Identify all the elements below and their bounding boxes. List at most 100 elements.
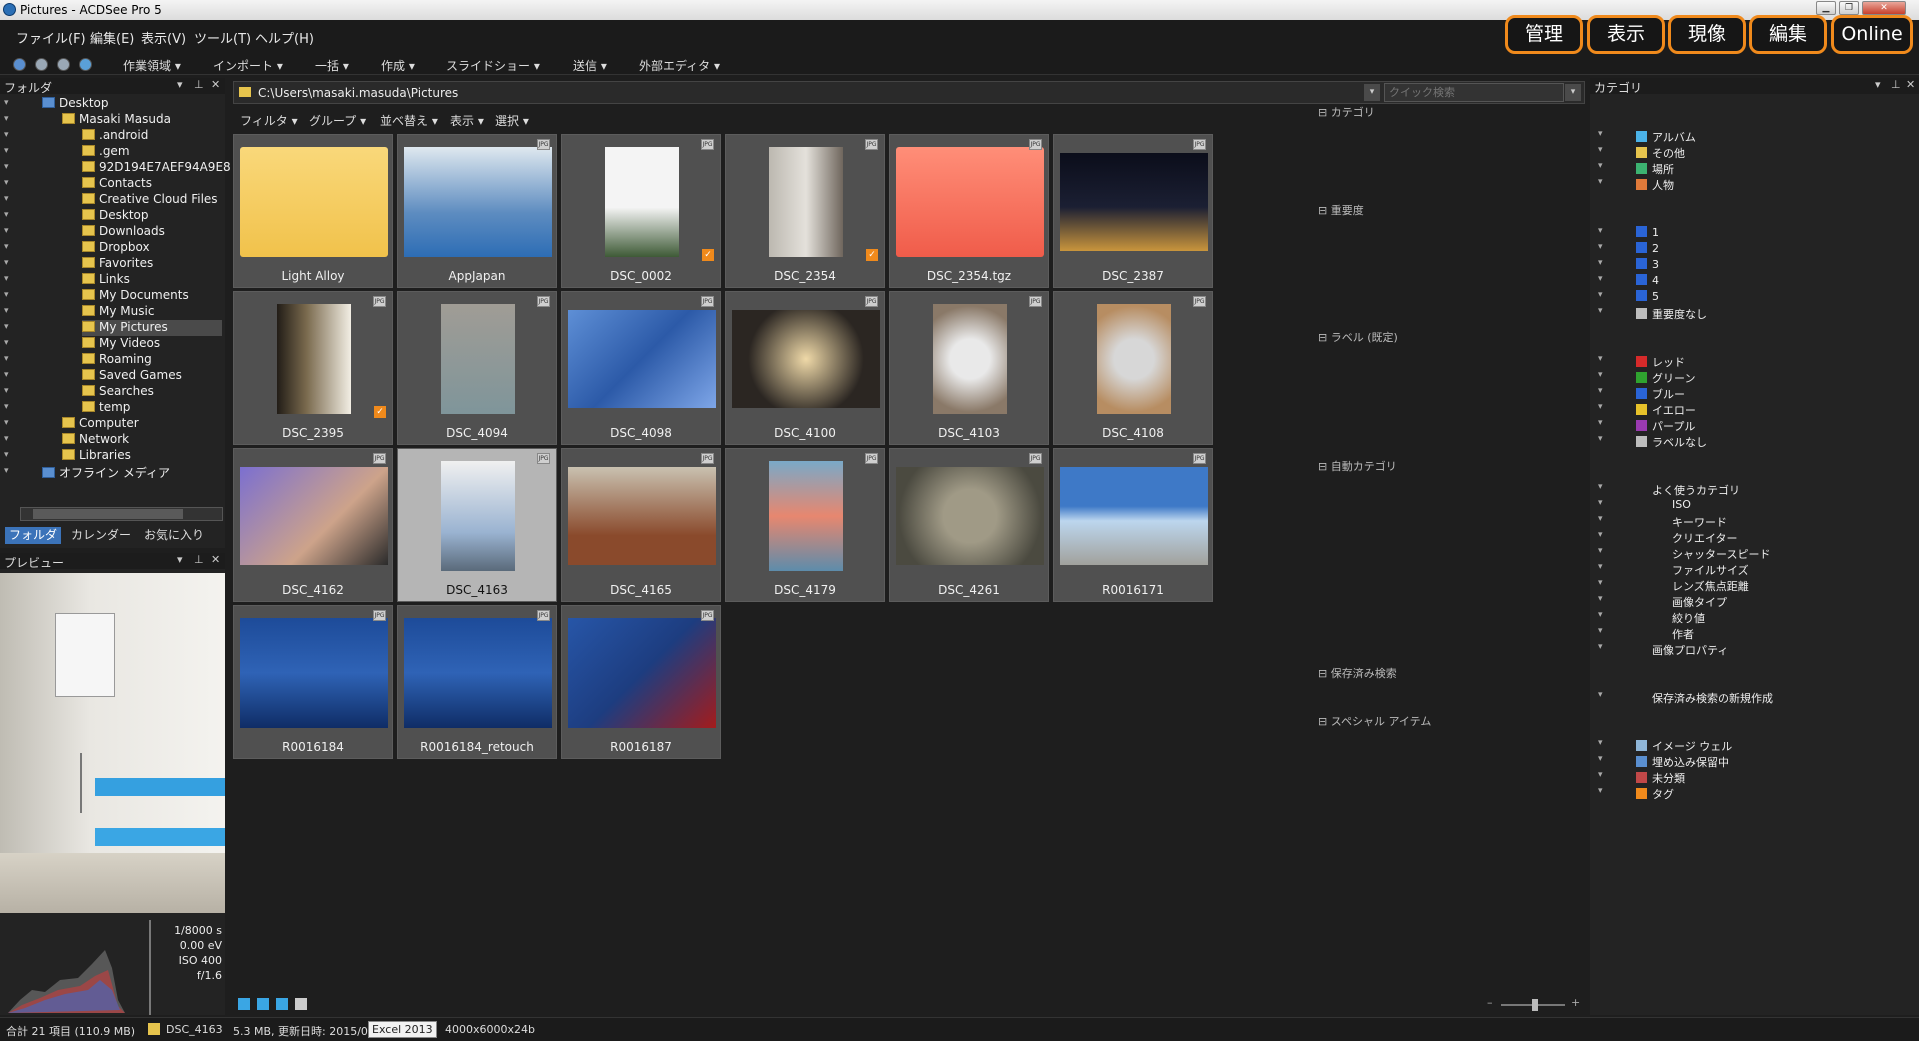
pin-icon[interactable]: ▾	[4, 386, 13, 397]
close-icon[interactable]: ✕	[211, 553, 220, 566]
thumbnail-item[interactable]: JPG DSC_4108	[1053, 291, 1213, 445]
pin-icon[interactable]: ▾	[1598, 690, 1603, 700]
tree-item[interactable]: Contacts	[82, 176, 152, 192]
pin-icon[interactable]: ▾	[1598, 482, 1603, 492]
thumbnail-item[interactable]: JPG DSC_4103	[889, 291, 1049, 445]
pin-icon[interactable]: ▾	[4, 418, 13, 429]
slideshow-menu[interactable]: スライドショー ▾	[446, 57, 540, 74]
mode-view-button[interactable]: 表示	[1587, 15, 1665, 54]
category-item[interactable]: 3	[1636, 258, 1659, 272]
pin-icon[interactable]: ▾	[1598, 594, 1603, 604]
pin-icon[interactable]: ▾	[4, 226, 13, 237]
workspace-menu[interactable]: 作業領域 ▾	[123, 57, 181, 74]
view-mode-icon[interactable]	[238, 998, 250, 1010]
pin-icon[interactable]: ▾	[1598, 145, 1603, 155]
category-item[interactable]: シャッタースピード	[1672, 546, 1770, 561]
category-item[interactable]: 作者	[1672, 626, 1694, 641]
section-labels[interactable]: ⊟ ラベル (既定)	[1318, 329, 1568, 346]
pin-icon[interactable]: ▾	[4, 434, 13, 445]
tree-item[interactable]: Downloads	[82, 224, 165, 240]
tree-item[interactable]: Computer	[62, 416, 139, 432]
thumbnail-item[interactable]: JPG AppJapan	[397, 134, 557, 288]
forward-icon[interactable]	[35, 58, 48, 71]
collapse-icon[interactable]: ⊟	[1318, 715, 1331, 728]
panel-menu-icon[interactable]: ▾	[177, 553, 183, 566]
pin-icon[interactable]: ▾	[4, 354, 13, 365]
tree-item[interactable]: Network	[62, 432, 129, 448]
thumbnail-item[interactable]: JPG R0016187	[561, 605, 721, 759]
import-menu[interactable]: インポート ▾	[213, 57, 283, 74]
category-item[interactable]: 重要度なし	[1636, 306, 1707, 321]
mode-online-button[interactable]: Online	[1831, 15, 1913, 54]
thumbnail-item[interactable]: JPG DSC_4165	[561, 448, 721, 602]
category-item[interactable]: 1	[1636, 226, 1659, 240]
pin-icon[interactable]: ▾	[1598, 610, 1603, 620]
tag-checkbox-icon[interactable]: ✓	[374, 406, 386, 418]
category-item[interactable]: 未分類	[1636, 770, 1685, 785]
pin-icon[interactable]: ▾	[4, 130, 13, 141]
zoom-in-icon[interactable]: +	[1571, 996, 1580, 1009]
mode-develop-button[interactable]: 現像	[1668, 15, 1746, 54]
thumbnail-item[interactable]: JPG ✓ DSC_0002	[561, 134, 721, 288]
thumbnail-item[interactable]: JPG DSC_2354.tgz	[889, 134, 1049, 288]
category-item[interactable]: レンズ焦点距離	[1672, 578, 1749, 593]
rotate-icon[interactable]	[257, 998, 269, 1010]
category-item[interactable]: 画像プロパティ	[1652, 642, 1728, 657]
pin-icon[interactable]: ▾	[1598, 578, 1603, 588]
tree-item[interactable]: Libraries	[62, 448, 131, 464]
category-item[interactable]: イエロー	[1636, 402, 1696, 417]
external-editor-menu[interactable]: 外部エディタ ▾	[639, 57, 720, 74]
pin-icon[interactable]: ⊥	[1891, 78, 1901, 91]
category-item[interactable]: パープル	[1636, 418, 1695, 433]
pin-icon[interactable]: ⊥	[194, 553, 204, 566]
path-dropdown-button[interactable]: ▾	[1364, 84, 1380, 101]
send-menu[interactable]: 送信 ▾	[573, 57, 607, 74]
pin-icon[interactable]: ▾	[1598, 434, 1603, 444]
thumbnail-item[interactable]: JPG R0016184_retouch	[397, 605, 557, 759]
pin-icon[interactable]: ▾	[1598, 562, 1603, 572]
tab-folders[interactable]: フォルダ	[5, 527, 61, 544]
thumbnail-item[interactable]: JPG DSC_4163	[397, 448, 557, 602]
category-item[interactable]: 4	[1636, 274, 1659, 288]
search-dropdown-button[interactable]: ▾	[1565, 84, 1581, 101]
thumbnail-item[interactable]: JPG DSC_4100	[725, 291, 885, 445]
pin-icon[interactable]: ▾	[1598, 770, 1603, 780]
pin-icon[interactable]: ▾	[4, 146, 13, 157]
thumbnail-item[interactable]: Light Alloy	[233, 134, 393, 288]
pin-icon[interactable]: ▾	[1598, 786, 1603, 796]
tree-item[interactable]: Saved Games	[82, 368, 182, 384]
panel-menu-icon[interactable]: ▾	[177, 78, 183, 91]
tab-favorites[interactable]: お気に入り	[140, 527, 208, 544]
filter-menu[interactable]: フィルタ ▾	[240, 112, 298, 129]
category-item[interactable]: 人物	[1636, 177, 1674, 192]
tab-calendar[interactable]: カレンダー	[66, 527, 136, 544]
create-menu[interactable]: 作成 ▾	[381, 57, 415, 74]
section-special-items[interactable]: ⊟ スペシャル アイテム	[1318, 713, 1568, 730]
tree-item[interactable]: temp	[82, 400, 130, 416]
tree-item[interactable]: Favorites	[82, 256, 153, 272]
pin-icon[interactable]: ▾	[1598, 626, 1603, 636]
tree-item[interactable]: Roaming	[82, 352, 152, 368]
category-item[interactable]: タグ	[1636, 786, 1674, 801]
tree-item[interactable]: My Videos	[82, 336, 160, 352]
collapse-icon[interactable]: ⊟	[1318, 667, 1331, 680]
pin-icon[interactable]: ▾	[4, 114, 13, 125]
thumbnail-item[interactable]: JPG ✓ DSC_2354	[725, 134, 885, 288]
pin-icon[interactable]: ▾	[1598, 514, 1603, 524]
batch-menu[interactable]: 一括 ▾	[315, 57, 349, 74]
tree-item[interactable]: Links	[82, 272, 130, 288]
pin-icon[interactable]: ▾	[1598, 274, 1603, 284]
pin-icon[interactable]: ▾	[4, 290, 13, 301]
collapse-icon[interactable]: ⊟	[1318, 204, 1331, 217]
pin-icon[interactable]: ▾	[4, 178, 13, 189]
tree-item[interactable]: My Documents	[82, 288, 189, 304]
panel-menu-icon[interactable]: ▾	[1875, 78, 1881, 91]
category-item[interactable]: 埋め込み保留中	[1636, 754, 1729, 769]
category-item[interactable]: アルバム	[1636, 129, 1696, 144]
tree-item[interactable]: Desktop	[42, 96, 109, 112]
section-auto-categories[interactable]: ⊟ 自動カテゴリ	[1318, 458, 1568, 475]
close-icon[interactable]: ✕	[211, 78, 220, 91]
pin-icon[interactable]: ▾	[1598, 754, 1603, 764]
category-item[interactable]: 5	[1636, 290, 1659, 304]
thumbnail-item[interactable]: JPG DSC_4162	[233, 448, 393, 602]
